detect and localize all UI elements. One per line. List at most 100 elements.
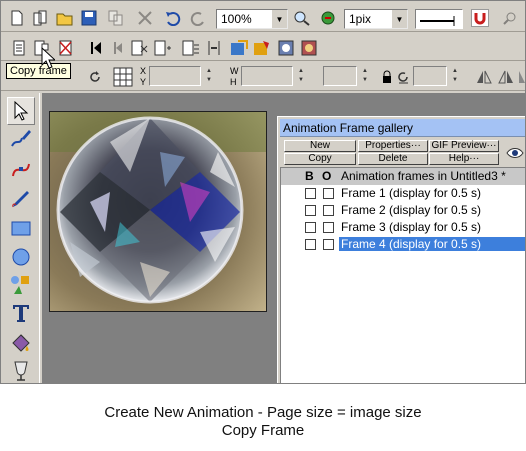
tutorial-caption: Create New Animation - Page size = image…	[0, 404, 526, 440]
frame-label: Frame 2 (display for 0.5 s)	[341, 203, 482, 217]
previous-frame-icon[interactable]	[109, 39, 127, 57]
background-checkbox[interactable]	[305, 239, 316, 250]
frame-sequence-icon[interactable]	[206, 39, 224, 57]
frame-row[interactable]: Frame 1 (display for 0.5 s)	[281, 185, 525, 202]
tool-palette	[1, 93, 40, 383]
y-label: Y	[140, 77, 147, 87]
search-icon[interactable]	[501, 9, 519, 27]
overlay-checkbox[interactable]	[323, 222, 334, 233]
rotation-angle-icon[interactable]	[394, 68, 412, 86]
delete-button[interactable]: Delete	[358, 153, 428, 165]
frame-label: Frame 3 (display for 0.5 s)	[341, 220, 482, 234]
delete-frame-icon[interactable]	[57, 39, 75, 57]
flip-vertical-icon[interactable]	[497, 68, 515, 86]
frame-row[interactable]: Frame 2 (display for 0.5 s)	[281, 202, 525, 219]
caption-line-1: Create New Animation - Page size = image…	[104, 404, 422, 421]
animation-wizard-icon[interactable]	[253, 39, 271, 57]
y-position-field[interactable]	[216, 66, 226, 86]
zoom-select[interactable]: 100% ▼	[216, 9, 288, 29]
w-label: W	[230, 66, 239, 76]
caption-line-2: Copy Frame	[221, 422, 305, 439]
browser-preview-icon[interactable]	[300, 39, 318, 57]
copy-button[interactable]: Copy	[284, 153, 356, 165]
background-checkbox[interactable]	[305, 205, 316, 216]
list-header: B O Animation frames in Untitled3 *	[281, 168, 525, 185]
x-label: X	[140, 66, 147, 76]
redo-icon[interactable]	[189, 9, 207, 27]
new-document-icon[interactable]	[8, 9, 26, 27]
undo-icon[interactable]	[164, 9, 182, 27]
delete-x-icon[interactable]	[136, 9, 154, 27]
x-position-field[interactable]	[149, 66, 201, 86]
first-frame-icon[interactable]	[87, 39, 105, 57]
line-width-value: 1pix	[349, 12, 372, 26]
animation-toolbar	[1, 34, 525, 61]
save-icon[interactable]	[80, 9, 98, 27]
rectangle-tool-icon[interactable]	[7, 215, 35, 243]
selector-tool-icon[interactable]	[7, 97, 35, 125]
application-window: 100% ▼ 1pix ▼ X Y ▲ ▼ W H ▲ ▼ ▲ ▼ ▲ ▼ An…	[0, 0, 526, 384]
scale-spinner-icon[interactable]: ▲ ▼	[360, 67, 370, 85]
rotation-field[interactable]	[413, 66, 447, 86]
zoom-tool-icon[interactable]	[293, 9, 311, 27]
insert-frame-icon[interactable]	[154, 39, 172, 57]
width-field[interactable]	[241, 66, 293, 86]
scale-field[interactable]	[323, 66, 357, 86]
gif-preview-button[interactable]: GIF Preview···	[429, 140, 499, 152]
frame-properties-icon[interactable]	[182, 39, 200, 57]
rotation-spinner-icon[interactable]: ▲ ▼	[450, 67, 460, 85]
pen-tool-icon[interactable]	[7, 185, 35, 213]
ellipse-tool-icon[interactable]	[7, 243, 35, 271]
chevron-down-icon: ▼	[391, 10, 407, 28]
frame-list: B O Animation frames in Untitled3 * Fram…	[280, 167, 525, 383]
gif-preview-icon[interactable]	[277, 39, 295, 57]
column-o-header: O	[322, 169, 332, 183]
mouse-cursor-icon	[41, 46, 57, 72]
background-checkbox[interactable]	[305, 188, 316, 199]
new-button[interactable]: New	[284, 140, 356, 152]
frame-label: Frame 4 (display for 0.5 s)	[339, 237, 525, 251]
properties-button[interactable]: Properties···	[358, 140, 428, 152]
freehand-tool-icon[interactable]	[7, 125, 35, 153]
move-frame-back-icon[interactable]	[131, 39, 149, 57]
frame-row[interactable]: Frame 3 (display for 0.5 s)	[281, 219, 525, 236]
new-from-template-icon[interactable]	[32, 9, 50, 27]
help-button[interactable]: Help···	[429, 153, 499, 165]
x-spinner-icon[interactable]: ▲ ▼	[204, 67, 214, 85]
shape-editor-tool-icon[interactable]	[7, 155, 35, 183]
flip-horizontal-icon[interactable]	[475, 68, 493, 86]
rotate-icon[interactable]	[86, 68, 104, 86]
copy-icon[interactable]	[107, 9, 125, 27]
text-tool-icon[interactable]	[7, 299, 35, 327]
crystal-ball-image	[49, 111, 267, 312]
line-style-preview-icon	[420, 16, 455, 26]
new-frame-icon[interactable]	[10, 39, 28, 57]
export-animation-icon[interactable]	[230, 39, 248, 57]
transparency-tool-icon[interactable]	[7, 357, 35, 383]
gallery-title: Animation Frame gallery	[280, 119, 525, 137]
overlay-checkbox[interactable]	[323, 188, 334, 199]
push-tool-icon[interactable]	[319, 9, 337, 27]
width-spinner-icon[interactable]: ▲ ▼	[296, 67, 306, 85]
h-label: H	[230, 77, 237, 87]
line-width-select[interactable]: 1pix ▼	[344, 9, 408, 29]
overlay-checkbox[interactable]	[323, 205, 334, 216]
background-checkbox[interactable]	[305, 222, 316, 233]
open-folder-icon[interactable]	[56, 9, 74, 27]
position-grid-icon[interactable]	[112, 67, 134, 87]
zoom-value: 100%	[221, 12, 252, 26]
copy-frame-tooltip: Copy frame	[6, 63, 71, 79]
eye-icon[interactable]	[505, 143, 525, 163]
info-bar: X Y ▲ ▼ W H ▲ ▼ ▲ ▼ ▲ ▼	[1, 63, 525, 91]
overlay-checkbox[interactable]	[323, 239, 334, 250]
more-options-icon[interactable]	[517, 68, 525, 86]
document-frames-label: Animation frames in Untitled3 *	[341, 169, 506, 183]
quickshape-tool-icon[interactable]	[7, 271, 35, 299]
fill-tool-icon[interactable]	[7, 329, 35, 357]
snap-magnet-icon[interactable]	[471, 9, 489, 27]
line-style-select[interactable]	[415, 9, 463, 29]
frame-row-selected[interactable]: Frame 4 (display for 0.5 s)	[281, 236, 525, 253]
frame-label: Frame 1 (display for 0.5 s)	[341, 186, 482, 200]
column-b-header: B	[305, 169, 314, 183]
animation-frame-gallery: Animation Frame gallery New Properties··…	[277, 116, 525, 383]
